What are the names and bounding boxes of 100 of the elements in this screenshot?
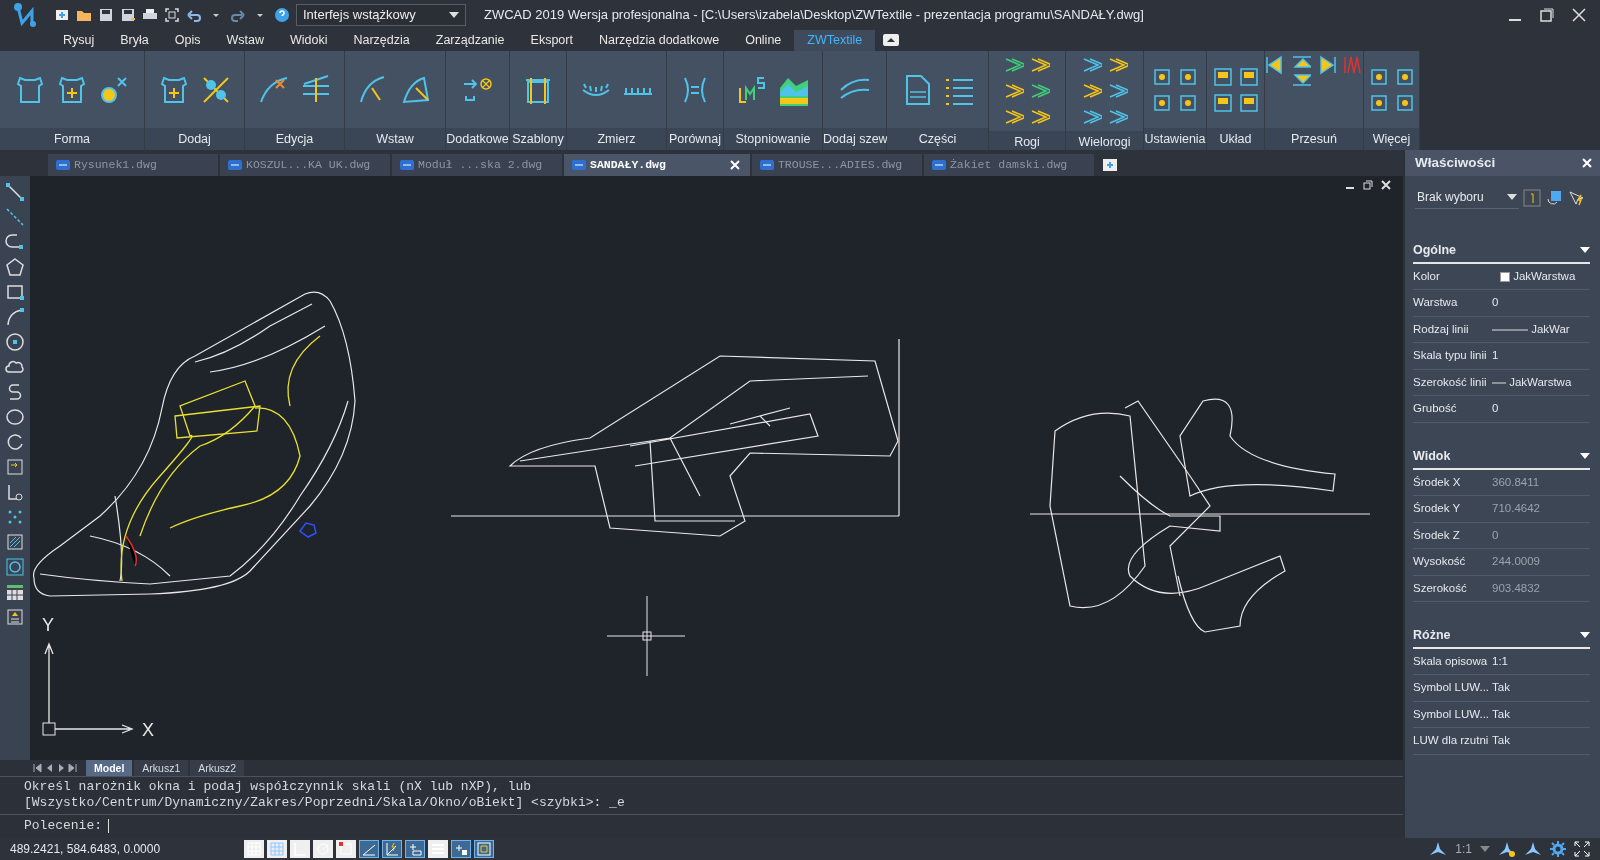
chevron-icon[interactable] <box>1081 81 1102 101</box>
help-icon[interactable] <box>274 7 290 23</box>
hatch-icon[interactable] <box>5 532 25 552</box>
property-value: 0 <box>1492 295 1499 311</box>
layout-tab[interactable]: Arkusz1 <box>134 760 189 776</box>
chevron-icon[interactable] <box>1004 81 1024 101</box>
document-tab[interactable]: Moduł ...ska 2.dwg <box>392 154 562 176</box>
status-toggle[interactable] <box>313 840 333 858</box>
collapse-ribbon-icon[interactable] <box>883 34 900 46</box>
zoom-extents-icon[interactable] <box>164 7 180 23</box>
status-toggle[interactable] <box>290 840 310 858</box>
new-tab-icon[interactable] <box>1101 158 1118 172</box>
tool-icon[interactable] <box>1152 66 1172 87</box>
collapse-caret-icon[interactable] <box>1580 453 1590 460</box>
status-toggle[interactable] <box>382 840 402 858</box>
status-toggle[interactable] <box>451 840 471 858</box>
ribbon-tab[interactable]: Zarządzanie <box>422 30 518 51</box>
insert-block-icon[interactable] <box>5 457 25 477</box>
chevron-icon[interactable] <box>1081 107 1102 127</box>
ribbon-tab[interactable]: Wstaw <box>213 30 277 51</box>
ribbon-tab[interactable]: ZWTextile <box>794 30 876 51</box>
construction-line-icon[interactable] <box>5 207 25 227</box>
polygon-icon[interactable] <box>5 257 25 277</box>
save-as-icon[interactable] <box>120 7 136 23</box>
status-toggle[interactable] <box>428 840 448 858</box>
arc-icon[interactable] <box>5 307 25 327</box>
annotation-scale-icon[interactable] <box>1429 841 1448 857</box>
auto-scale-icon[interactable] <box>1524 841 1542 857</box>
chevron-icon[interactable] <box>1107 81 1128 101</box>
ellipse-arc-icon[interactable] <box>5 432 25 452</box>
line-icon[interactable] <box>5 182 25 202</box>
save-icon[interactable] <box>98 7 114 23</box>
select-objects-icon[interactable] <box>1545 188 1563 207</box>
ribbon-tab[interactable]: Widoki <box>276 30 341 51</box>
chevron-icon[interactable] <box>1030 107 1050 127</box>
left-arrow-icon[interactable] <box>1265 55 1285 75</box>
new-file-icon[interactable] <box>54 7 70 23</box>
polyline-icon[interactable] <box>5 232 25 252</box>
tool-icon[interactable] <box>1178 92 1198 113</box>
right-arrow-icon[interactable] <box>1317 55 1337 75</box>
fullscreen-icon[interactable] <box>1574 841 1590 857</box>
selection-dropdown[interactable]: Brak wyboru <box>1415 186 1519 209</box>
chevron-icon[interactable] <box>1004 55 1024 75</box>
collapse-caret-icon[interactable] <box>1580 247 1590 254</box>
settings-icon[interactable] <box>1550 841 1566 857</box>
close-icon[interactable] <box>1381 180 1391 190</box>
tool-icon[interactable] <box>1394 66 1415 87</box>
close-icon[interactable] <box>1572 8 1586 22</box>
ribbon-tab[interactable]: Narzędzia <box>340 30 423 51</box>
chevron-icon[interactable] <box>1030 81 1050 101</box>
tool-icon[interactable] <box>1178 66 1198 87</box>
tool-icon[interactable] <box>1394 92 1415 113</box>
ribbon-tab[interactable]: Bryła <box>107 30 162 51</box>
chevron-icon[interactable] <box>1081 55 1102 75</box>
ribbon-tab[interactable]: Eksport <box>517 30 586 51</box>
ribbon-tab[interactable]: Online <box>732 30 795 51</box>
table-icon[interactable] <box>5 582 25 602</box>
quick-select-icon[interactable] <box>1567 188 1585 207</box>
chevron-icon[interactable] <box>1107 55 1128 75</box>
chevron-icon[interactable] <box>1107 107 1128 127</box>
first-icon[interactable] <box>32 762 42 774</box>
status-toggle[interactable] <box>359 840 379 858</box>
workspace-dropdown[interactable]: Interfejs wstążkowy <box>296 4 466 26</box>
chevron-icon[interactable] <box>1004 107 1024 127</box>
collapse-caret-icon[interactable] <box>1580 632 1590 639</box>
tool-icon[interactable] <box>1152 92 1172 113</box>
layout-tab[interactable]: Arkusz2 <box>190 760 245 776</box>
caret-icon[interactable] <box>1480 846 1490 852</box>
undo-icon[interactable] <box>186 7 202 23</box>
status-toggle[interactable] <box>244 840 264 858</box>
status-toggle[interactable] <box>474 840 494 858</box>
up-down-arrows-icon[interactable] <box>1291 55 1311 87</box>
restore-icon[interactable] <box>1363 180 1373 190</box>
document-tab[interactable]: SANDAŁY.dwg <box>564 154 750 176</box>
status-toggle[interactable] <box>336 840 356 858</box>
next-icon[interactable] <box>56 762 66 774</box>
circle-icon[interactable] <box>5 332 25 352</box>
annotation-visibility-icon[interactable] <box>1498 841 1516 857</box>
status-toggle[interactable] <box>405 840 425 858</box>
rectangle-icon[interactable] <box>5 282 25 302</box>
region-icon[interactable] <box>5 557 25 577</box>
tool-icon[interactable] <box>1368 66 1389 87</box>
block-icon[interactable] <box>5 482 25 502</box>
document-tab[interactable]: Rysunek1.dwg <box>48 154 218 176</box>
layout-tab[interactable]: Model <box>86 760 133 776</box>
chevron-icon[interactable] <box>1030 55 1050 75</box>
tool-icon[interactable] <box>1368 92 1389 113</box>
ribbon-tab[interactable]: Rysuj <box>50 30 108 51</box>
maximize-icon[interactable] <box>1540 8 1554 22</box>
ribbon-tab[interactable]: Opis <box>161 30 214 51</box>
ellipse-icon[interactable] <box>5 407 25 427</box>
annotation-scale[interactable]: 1:1 <box>1455 840 1472 858</box>
document-tab[interactable]: KOSZUL...KA UK.dwg <box>220 154 390 176</box>
ribbon-tab[interactable]: Narzędzia dodatkowe <box>585 30 733 51</box>
document-tab[interactable]: Żakiet damski.dwg <box>923 154 1094 176</box>
redo-icon[interactable] <box>230 7 246 23</box>
last-icon[interactable] <box>68 762 78 774</box>
command-input[interactable]: Polecenie: <box>0 815 1403 837</box>
status-toggle[interactable] <box>267 840 287 858</box>
text-icon[interactable] <box>5 607 25 627</box>
